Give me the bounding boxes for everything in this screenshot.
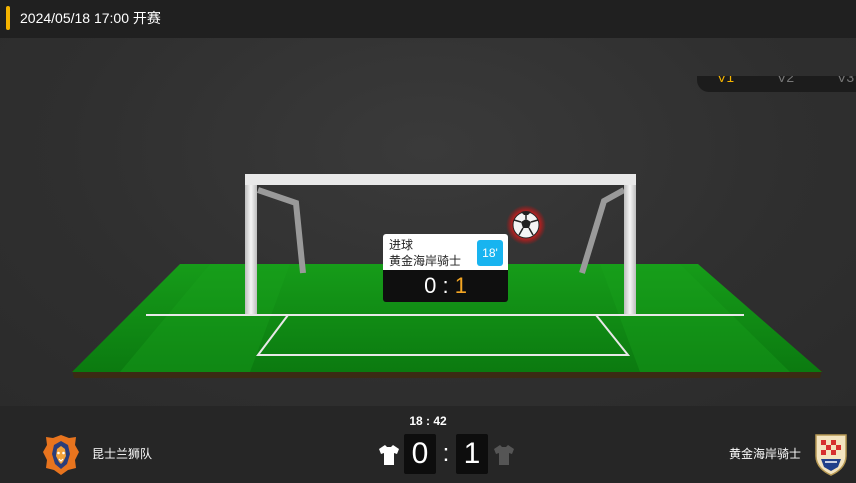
animation-stage: V1 V2 V3 — [0, 38, 856, 406]
home-shirt-icon — [379, 445, 399, 465]
goal-event-card: 进球 黄金海岸骑士 18' 0 : 1 — [383, 234, 508, 304]
event-minute-badge: 18' — [477, 240, 503, 266]
event-score-away: 1 — [454, 273, 467, 298]
goal-crossbar — [245, 174, 636, 185]
tab-v3[interactable]: V3 — [837, 76, 854, 87]
match-start-time: 2024/05/18 17:00 开赛 — [20, 10, 161, 26]
away-score: 1 — [456, 434, 488, 474]
event-card-header: 进球 黄金海岸骑士 18' — [383, 234, 508, 270]
tab-v1[interactable]: V1 — [717, 76, 734, 87]
match-clock: 18 : 42 — [409, 414, 447, 428]
lion-crest-icon — [43, 435, 79, 475]
home-team-name: 昆士兰狮队 — [92, 447, 153, 461]
event-score-separator: : — [442, 273, 449, 298]
home-score: 0 — [404, 434, 436, 474]
event-score-home: 0 — [424, 273, 437, 298]
match-header: 2024/05/18 17:00 开赛 — [0, 0, 856, 38]
view-switcher: V1 V2 V3 — [697, 76, 856, 92]
header-accent — [6, 6, 10, 30]
goal-left-strut — [257, 187, 306, 274]
event-score: 0 : 1 — [383, 270, 508, 302]
pitch-graphic — [72, 174, 822, 378]
event-team: 黄金海岸骑士 — [389, 254, 462, 268]
away-team-name: 黄金海岸骑士 — [729, 447, 802, 461]
goal-right-post — [624, 174, 636, 314]
goal-right-strut — [579, 187, 626, 274]
checkered-shield-icon — [815, 434, 847, 476]
scoreboard: 18 : 42 昆士兰狮队 0 : 1 黄金海岸骑士 — [0, 406, 856, 483]
goal-left-post — [245, 174, 257, 314]
event-type: 进球 — [389, 238, 414, 252]
soccer-ball-icon — [506, 205, 546, 245]
score-separator: : — [442, 440, 450, 467]
tab-v2[interactable]: V2 — [777, 76, 794, 87]
away-shirt-icon — [494, 445, 514, 465]
